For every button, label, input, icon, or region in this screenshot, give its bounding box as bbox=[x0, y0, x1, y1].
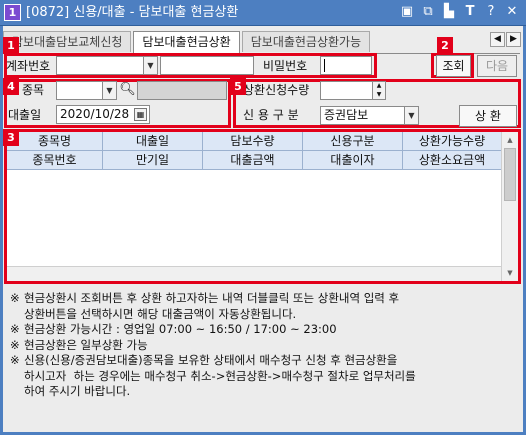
account-label: 계좌번호 bbox=[6, 59, 51, 73]
col-collateral-qty[interactable]: 담보수량 bbox=[203, 132, 303, 150]
credit-type-label: 신 용 구 분 bbox=[243, 108, 299, 122]
note-item: ※ 신용(신용/증권담보대출)종목을 보유한 상태에서 매수청구 신청 후 현금상… bbox=[10, 353, 515, 400]
grid-scrollbar[interactable]: ▲ ▼ bbox=[501, 132, 518, 281]
font-size-icon[interactable]: T bbox=[462, 4, 478, 20]
repay-qty-value bbox=[321, 83, 324, 97]
marker-4: 4 bbox=[3, 78, 19, 95]
item-label: 종목 bbox=[22, 83, 45, 97]
scroll-down-icon[interactable]: ▼ bbox=[504, 267, 516, 279]
repay-qty-label: 상환신청수량 bbox=[243, 83, 310, 97]
marker-5: 5 bbox=[230, 78, 246, 95]
tab-next-icon[interactable]: ▶ bbox=[506, 32, 521, 47]
note-text: 현금상환시 조회버튼 후 상환 하고자하는 내역 더블클릭 또는 상환내역 입력… bbox=[24, 291, 400, 321]
spin-down-icon[interactable]: ▼ bbox=[372, 90, 385, 99]
note-marker: ※ bbox=[10, 337, 20, 352]
grid-header-row1: 종목명 대출일 담보수량 신용구분 상환가능수량 bbox=[7, 132, 501, 151]
search-icon[interactable]: 🔍︎ bbox=[119, 81, 136, 100]
col-credit-type[interactable]: 신용구분 bbox=[303, 132, 403, 150]
account-name-field[interactable] bbox=[160, 56, 254, 75]
scroll-up-icon[interactable]: ▲ bbox=[504, 134, 516, 146]
password-label: 비밀번호 bbox=[263, 59, 308, 73]
note-text: 현금상환은 일부상환 가능 bbox=[24, 337, 148, 352]
tab-strip: 담보대출담보교체신청 담보대출현금상환 담보대출현금상환가능 bbox=[3, 31, 372, 53]
account-select[interactable]: ▼ bbox=[56, 56, 158, 75]
note-text: 현금상환 가능시간 : 영업일 07:00 ~ 16:50 / 17:00 ~ … bbox=[24, 322, 337, 336]
tab-cash-repayment-available[interactable]: 담보대출현금상환가능 bbox=[241, 31, 371, 52]
tab-collateral-swap[interactable]: 담보대출담보교체신청 bbox=[3, 31, 132, 52]
notes: ※ 현금상환시 조회버튼 후 상환 하고자하는 내역 더블클릭 또는 상환내역 입… bbox=[10, 291, 515, 400]
note-marker: ※ bbox=[10, 322, 20, 336]
note-marker: ※ bbox=[10, 353, 20, 367]
col-loan-amount[interactable]: 대출금액 bbox=[203, 151, 303, 169]
repay-button[interactable]: 상 환 bbox=[459, 105, 517, 127]
item-code-select[interactable]: ▼ bbox=[56, 81, 117, 100]
loan-date-label: 대출일 bbox=[8, 108, 42, 122]
account-value bbox=[57, 58, 60, 72]
marker-3: 3 bbox=[3, 129, 19, 146]
query-button[interactable]: 조회 bbox=[436, 55, 471, 77]
tab-prev-icon[interactable]: ◀ bbox=[490, 32, 505, 47]
col-item-code[interactable]: 종목번호 bbox=[7, 151, 103, 169]
copy-icon[interactable]: ⧉ bbox=[420, 4, 436, 20]
credit-type-value: 증권담보 bbox=[324, 108, 369, 122]
loan-date-value: 2020/10/28 bbox=[60, 107, 130, 121]
note-item: ※ 현금상환시 조회버튼 후 상환 하고자하는 내역 더블클릭 또는 상환내역 입… bbox=[10, 291, 515, 322]
tab-cash-repayment[interactable]: 담보대출현금상환 bbox=[133, 31, 240, 53]
chevron-down-icon[interactable]: ▼ bbox=[143, 57, 157, 74]
password-field[interactable] bbox=[320, 56, 372, 75]
grid-header-row2: 종목번호 만기일 대출금액 대출이자 상환소요금액 bbox=[7, 151, 501, 170]
note-item: ※ 현금상환 가능시간 : 영업일 07:00 ~ 16:50 / 17:00 ~… bbox=[10, 322, 515, 338]
window-tile-icon[interactable]: ▣ bbox=[399, 4, 415, 20]
col-repayable-qty[interactable]: 상환가능수량 bbox=[403, 132, 501, 150]
chevron-down-icon[interactable]: ▼ bbox=[404, 107, 418, 124]
col-item-name[interactable]: 종목명 bbox=[7, 132, 103, 150]
note-item: ※ 현금상환은 일부상환 가능 bbox=[10, 338, 515, 354]
item-name-field bbox=[137, 81, 227, 100]
marker-1: 1 bbox=[3, 37, 19, 54]
title-bar-icons: ▣ ⧉ ▙ T ? ✕ bbox=[399, 4, 520, 20]
calendar-icon[interactable]: ▦ bbox=[134, 108, 147, 121]
grid-header: 종목명 대출일 담보수량 신용구분 상환가능수량 종목번호 만기일 대출금액 대… bbox=[7, 132, 501, 170]
tab-nav: ◀ ▶ bbox=[489, 32, 521, 47]
bookmark-icon[interactable]: ▙ bbox=[441, 4, 457, 20]
col-loan-date[interactable]: 대출일 bbox=[103, 132, 203, 150]
grid-hscrollbar[interactable] bbox=[7, 266, 501, 281]
loan-date-field[interactable]: 2020/10/28 ▦ bbox=[56, 105, 150, 124]
help-icon[interactable]: ? bbox=[483, 4, 499, 20]
col-repay-required-amount[interactable]: 상환소요금액 bbox=[403, 151, 501, 169]
scroll-thumb[interactable] bbox=[504, 148, 516, 201]
next-button[interactable]: 다음 bbox=[477, 55, 517, 77]
repay-qty-stepper[interactable]: ▲ ▼ bbox=[320, 81, 386, 100]
col-loan-interest[interactable]: 대출이자 bbox=[303, 151, 403, 169]
note-text: 신용(신용/증권담보대출)종목을 보유한 상태에서 매수청구 신청 후 현금상환… bbox=[24, 353, 416, 398]
window-number-icon: 1 bbox=[4, 4, 21, 21]
col-due-date[interactable]: 만기일 bbox=[103, 151, 203, 169]
chevron-down-icon[interactable]: ▼ bbox=[102, 82, 116, 99]
window-title: [0872] 신용/대출 - 담보대출 현금상환 bbox=[26, 5, 239, 20]
close-icon[interactable]: ✕ bbox=[504, 4, 520, 20]
marker-2: 2 bbox=[437, 37, 453, 54]
text-cursor bbox=[324, 59, 325, 72]
item-code-value bbox=[57, 83, 60, 97]
credit-type-select[interactable]: 증권담보 ▼ bbox=[320, 106, 419, 125]
note-marker: ※ bbox=[10, 291, 20, 305]
